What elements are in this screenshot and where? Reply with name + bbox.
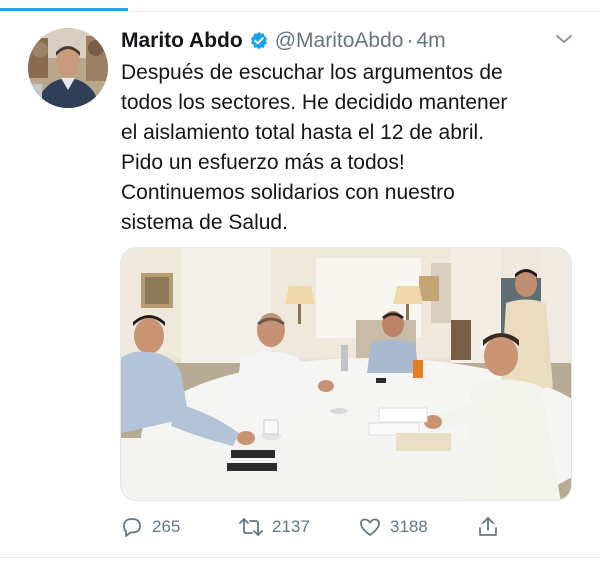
reply-button[interactable]: 265 (120, 512, 180, 542)
tweet-text: Después de escuchar los argumentos de to… (121, 61, 508, 234)
like-button[interactable]: 3188 (358, 512, 428, 542)
like-count: 3188 (390, 517, 428, 536)
verified-badge-icon (249, 31, 269, 51)
timestamp[interactable]: 4m (416, 29, 445, 53)
tweet-photo[interactable] (120, 247, 572, 501)
reply-icon (123, 518, 141, 537)
top-tab-indicator (0, 0, 600, 12)
tweet-actions: 265 2137 3188 (120, 512, 580, 542)
like-icon (360, 518, 380, 536)
share-icon (479, 517, 497, 536)
chevron-down-icon[interactable] (554, 32, 574, 46)
separator-dot: · (406, 29, 414, 52)
divider (0, 557, 600, 558)
author-handle[interactable]: @MaritoAbdo (275, 29, 404, 53)
reply-count: 265 (152, 517, 181, 536)
share-button[interactable] (476, 512, 500, 542)
retweet-icon (239, 518, 263, 536)
avatar[interactable] (28, 28, 108, 108)
tweet-header: Marito Abdo @MaritoAbdo · 4m (121, 27, 446, 55)
retweet-button[interactable]: 2137 (238, 512, 310, 542)
divider (0, 11, 600, 12)
retweet-count: 2137 (272, 517, 310, 536)
author-name[interactable]: Marito Abdo (121, 29, 243, 53)
